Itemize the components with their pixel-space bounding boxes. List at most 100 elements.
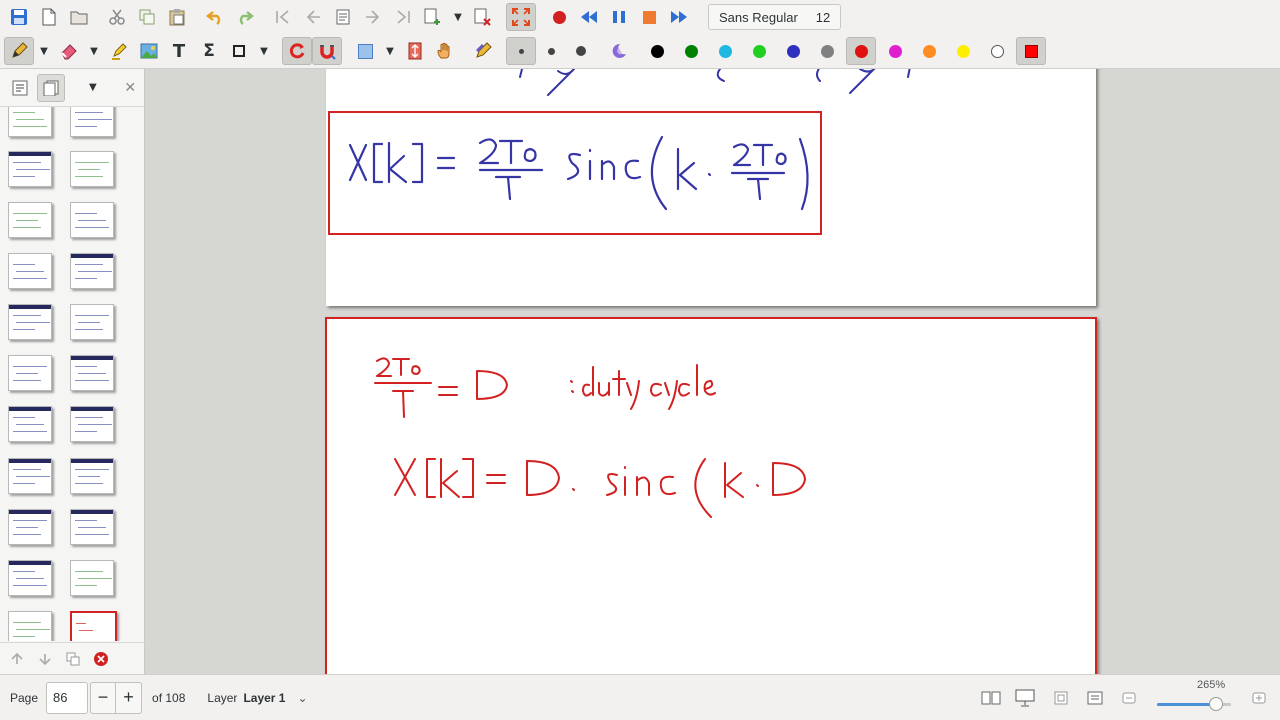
page-thumbnail[interactable] <box>70 253 114 289</box>
medium-dot-icon[interactable] <box>536 37 566 65</box>
undo-icon[interactable] <box>200 3 230 31</box>
page-increment-button[interactable]: + <box>116 681 143 714</box>
page-thumbnail[interactable] <box>70 304 114 340</box>
layer-selector[interactable]: Layer Layer 1 ⌄ <box>207 691 307 705</box>
new-document-icon[interactable] <box>34 3 64 31</box>
copy-page-icon[interactable] <box>60 647 86 671</box>
delete-page-icon[interactable] <box>468 3 498 31</box>
page-thumbnail[interactable] <box>8 355 52 391</box>
hand-icon[interactable] <box>430 37 460 65</box>
page-thumbnail[interactable] <box>70 406 114 442</box>
page-thumbnail[interactable] <box>8 202 52 238</box>
pen-color-10-icon[interactable] <box>982 37 1012 65</box>
text-icon[interactable]: T <box>164 37 194 65</box>
zoom-in-icon[interactable] <box>1248 687 1270 709</box>
pen-color-1-icon[interactable] <box>676 37 706 65</box>
page-preview-icon[interactable] <box>37 73 66 102</box>
vertical-space-icon[interactable] <box>400 37 430 65</box>
last-page-icon[interactable] <box>388 3 418 31</box>
zoom-100-icon[interactable] <box>1084 687 1106 709</box>
page-thumbnail-selected[interactable] <box>70 611 117 641</box>
zoom-out-icon[interactable] <box>1118 687 1140 709</box>
formula-icon[interactable]: Σ <box>194 37 224 65</box>
highlighter-icon[interactable] <box>104 37 134 65</box>
zoom-slider[interactable]: 265% <box>1155 675 1235 720</box>
image-icon[interactable] <box>134 37 164 65</box>
page-thumbnail[interactable] <box>70 355 114 391</box>
page-thumbnail[interactable] <box>8 611 52 641</box>
close-sidebar-icon[interactable]: ✕ <box>117 74 144 102</box>
page-86-current[interactable] <box>325 317 1097 674</box>
pen-color-0-icon[interactable] <box>642 37 672 65</box>
page-thumbnail[interactable] <box>70 509 114 545</box>
pause-icon[interactable] <box>604 3 634 31</box>
page-thumbnail[interactable] <box>70 202 114 238</box>
record-icon[interactable] <box>544 3 574 31</box>
page-thumbnail[interactable] <box>8 304 52 340</box>
pen-color-2-icon[interactable] <box>710 37 740 65</box>
new-page-icon[interactable] <box>418 3 448 31</box>
eraser-icon[interactable] <box>54 37 84 65</box>
zoom-knob[interactable] <box>1209 697 1223 711</box>
default-tool-icon[interactable] <box>468 37 498 65</box>
pen-dropdown-icon[interactable]: ▼ <box>34 37 54 65</box>
page-thumbnail[interactable] <box>8 509 52 545</box>
rewind-icon[interactable] <box>574 3 604 31</box>
page-number-input[interactable]: 86 <box>46 681 89 714</box>
next-page-icon[interactable] <box>358 3 388 31</box>
pen-color-4-icon[interactable] <box>778 37 808 65</box>
eraser-dropdown-icon[interactable]: ▼ <box>84 37 104 65</box>
goto-page-icon[interactable] <box>328 3 358 31</box>
save-icon[interactable] <box>4 3 34 31</box>
select-rect-icon[interactable] <box>350 37 380 65</box>
page-thumbnail[interactable] <box>8 560 52 596</box>
select-dropdown-icon[interactable]: ▼ <box>380 37 400 65</box>
zoom-fit-icon[interactable] <box>1050 687 1072 709</box>
sidebar-dropdown-icon[interactable]: ▼ <box>79 74 106 102</box>
font-button[interactable]: Sans Regular 12 <box>708 4 842 30</box>
copy-icon[interactable] <box>132 3 162 31</box>
layer-preview-icon[interactable] <box>6 74 33 102</box>
cut-icon[interactable] <box>102 3 132 31</box>
page-thumbnail[interactable] <box>8 253 52 289</box>
page-thumbnail[interactable] <box>70 560 114 596</box>
pen-color-6-icon[interactable] <box>846 37 876 65</box>
delete-page-button-icon[interactable] <box>88 647 114 671</box>
page-85[interactable] <box>326 69 1096 306</box>
stop-icon[interactable] <box>634 3 664 31</box>
page-thumbnail[interactable] <box>70 151 114 187</box>
presentation-mode-icon[interactable] <box>1014 687 1036 709</box>
pen-color-8-icon[interactable] <box>914 37 944 65</box>
fine-dot-icon[interactable] <box>506 37 536 65</box>
shape-icon[interactable] <box>224 37 254 65</box>
first-page-icon[interactable] <box>268 3 298 31</box>
fill-icon[interactable] <box>604 37 634 65</box>
move-page-up-icon[interactable] <box>4 647 30 671</box>
fast-forward-icon[interactable] <box>664 3 694 31</box>
page-thumbnail[interactable] <box>70 107 114 137</box>
rotation-snapping-icon[interactable] <box>282 37 312 65</box>
fullscreen-icon[interactable] <box>506 3 536 31</box>
open-folder-icon[interactable] <box>64 3 94 31</box>
shape-dropdown-icon[interactable]: ▼ <box>254 37 274 65</box>
new-page-dropdown-icon[interactable]: ▼ <box>448 3 468 31</box>
pen-color-5-icon[interactable] <box>812 37 842 65</box>
page-thumbnail[interactable] <box>8 107 52 137</box>
paste-icon[interactable] <box>162 3 192 31</box>
document-canvas[interactable] <box>146 69 1280 674</box>
dual-page-icon[interactable] <box>980 687 1002 709</box>
page-decrement-button[interactable]: − <box>90 681 117 714</box>
move-page-down-icon[interactable] <box>32 647 58 671</box>
pen-icon[interactable] <box>4 37 34 65</box>
grid-snapping-icon[interactable] <box>312 37 342 65</box>
page-thumbnail[interactable] <box>8 406 52 442</box>
pen-color-11-icon[interactable] <box>1016 37 1046 65</box>
pen-color-9-icon[interactable] <box>948 37 978 65</box>
page-thumbnail[interactable] <box>70 458 114 494</box>
redo-icon[interactable] <box>230 3 260 31</box>
pen-color-3-icon[interactable] <box>744 37 774 65</box>
page-thumbnail[interactable] <box>8 458 52 494</box>
page-thumbnail[interactable] <box>8 151 52 187</box>
previous-page-icon[interactable] <box>298 3 328 31</box>
pen-color-7-icon[interactable] <box>880 37 910 65</box>
